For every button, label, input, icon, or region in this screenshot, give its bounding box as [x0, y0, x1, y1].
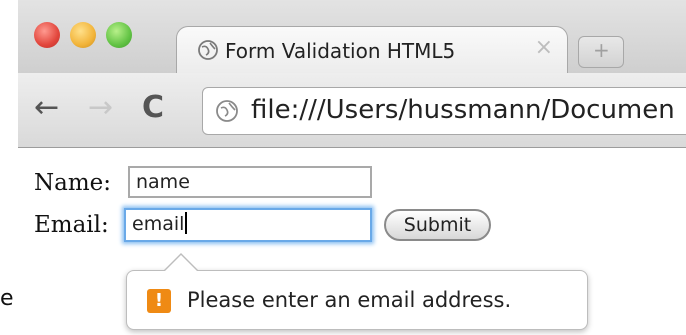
email-input-value: email: [132, 213, 185, 235]
reload-button[interactable]: C: [142, 91, 164, 125]
zoom-window-button[interactable]: [106, 22, 132, 48]
tooltip-arrow: [163, 253, 199, 271]
forward-button[interactable]: →: [88, 91, 113, 125]
minimize-window-button[interactable]: [70, 22, 96, 48]
text-caret: [185, 212, 188, 234]
tab-title: Form Validation HTML5: [225, 39, 456, 63]
page-content: Name: name Email: email Submit ! Please …: [18, 148, 686, 335]
validation-tooltip: ! Please enter an email address.: [126, 253, 588, 330]
globe-icon: [198, 40, 218, 60]
title-bar: Form Validation HTML5 × +: [18, 0, 686, 74]
toolbar: ← → C file:///Users/hussmann/Documen: [18, 73, 686, 148]
warning-icon: !: [147, 289, 171, 313]
validation-message: Please enter an email address.: [187, 288, 512, 312]
stray-text: e: [0, 286, 14, 311]
tab-form-validation[interactable]: Form Validation HTML5 ×: [176, 26, 568, 74]
plus-icon: +: [593, 38, 610, 62]
email-input[interactable]: email: [124, 208, 372, 242]
globe-icon: [216, 100, 238, 122]
name-label: Name:: [34, 170, 112, 196]
browser-window: Form Validation HTML5 × + ← → C file:///…: [18, 0, 686, 335]
close-tab-icon[interactable]: ×: [535, 37, 553, 59]
close-window-button[interactable]: [34, 22, 60, 48]
name-input[interactable]: name: [128, 166, 372, 198]
name-input-value: name: [136, 171, 190, 193]
new-tab-button[interactable]: +: [578, 36, 624, 68]
email-label: Email:: [34, 212, 109, 238]
address-bar[interactable]: file:///Users/hussmann/Documen: [202, 87, 686, 135]
address-text: file:///Users/hussmann/Documen: [251, 95, 675, 125]
submit-button[interactable]: Submit: [384, 209, 491, 241]
back-button[interactable]: ←: [34, 91, 59, 125]
